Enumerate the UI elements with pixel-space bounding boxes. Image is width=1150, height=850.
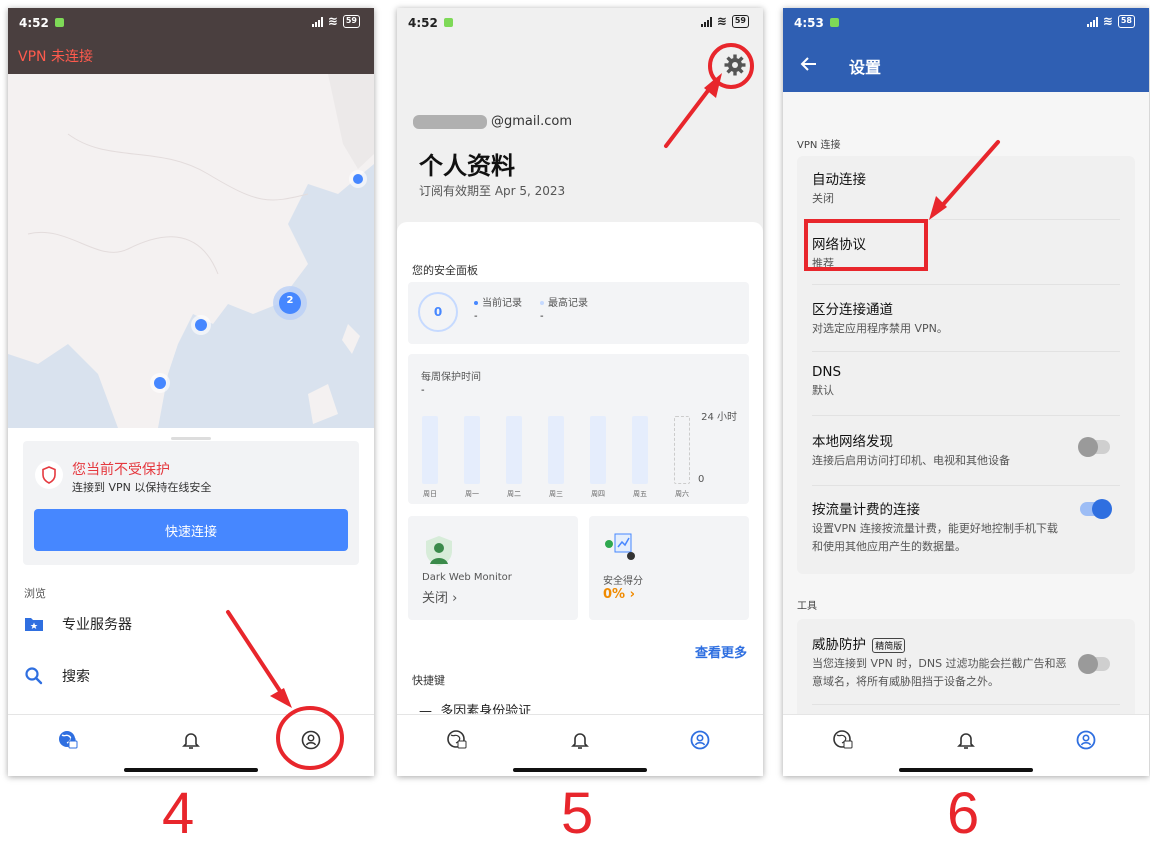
annotation-box xyxy=(804,219,928,271)
step-number: 5 xyxy=(561,781,594,846)
annotation-layer xyxy=(226,43,1000,770)
step-number: 6 xyxy=(947,781,980,846)
annotation-circle xyxy=(276,706,344,770)
annotation-arrow xyxy=(664,86,712,148)
annotation-arrow xyxy=(938,140,1000,210)
step-number: 4 xyxy=(162,781,195,846)
annotation-arrow xyxy=(226,610,284,696)
